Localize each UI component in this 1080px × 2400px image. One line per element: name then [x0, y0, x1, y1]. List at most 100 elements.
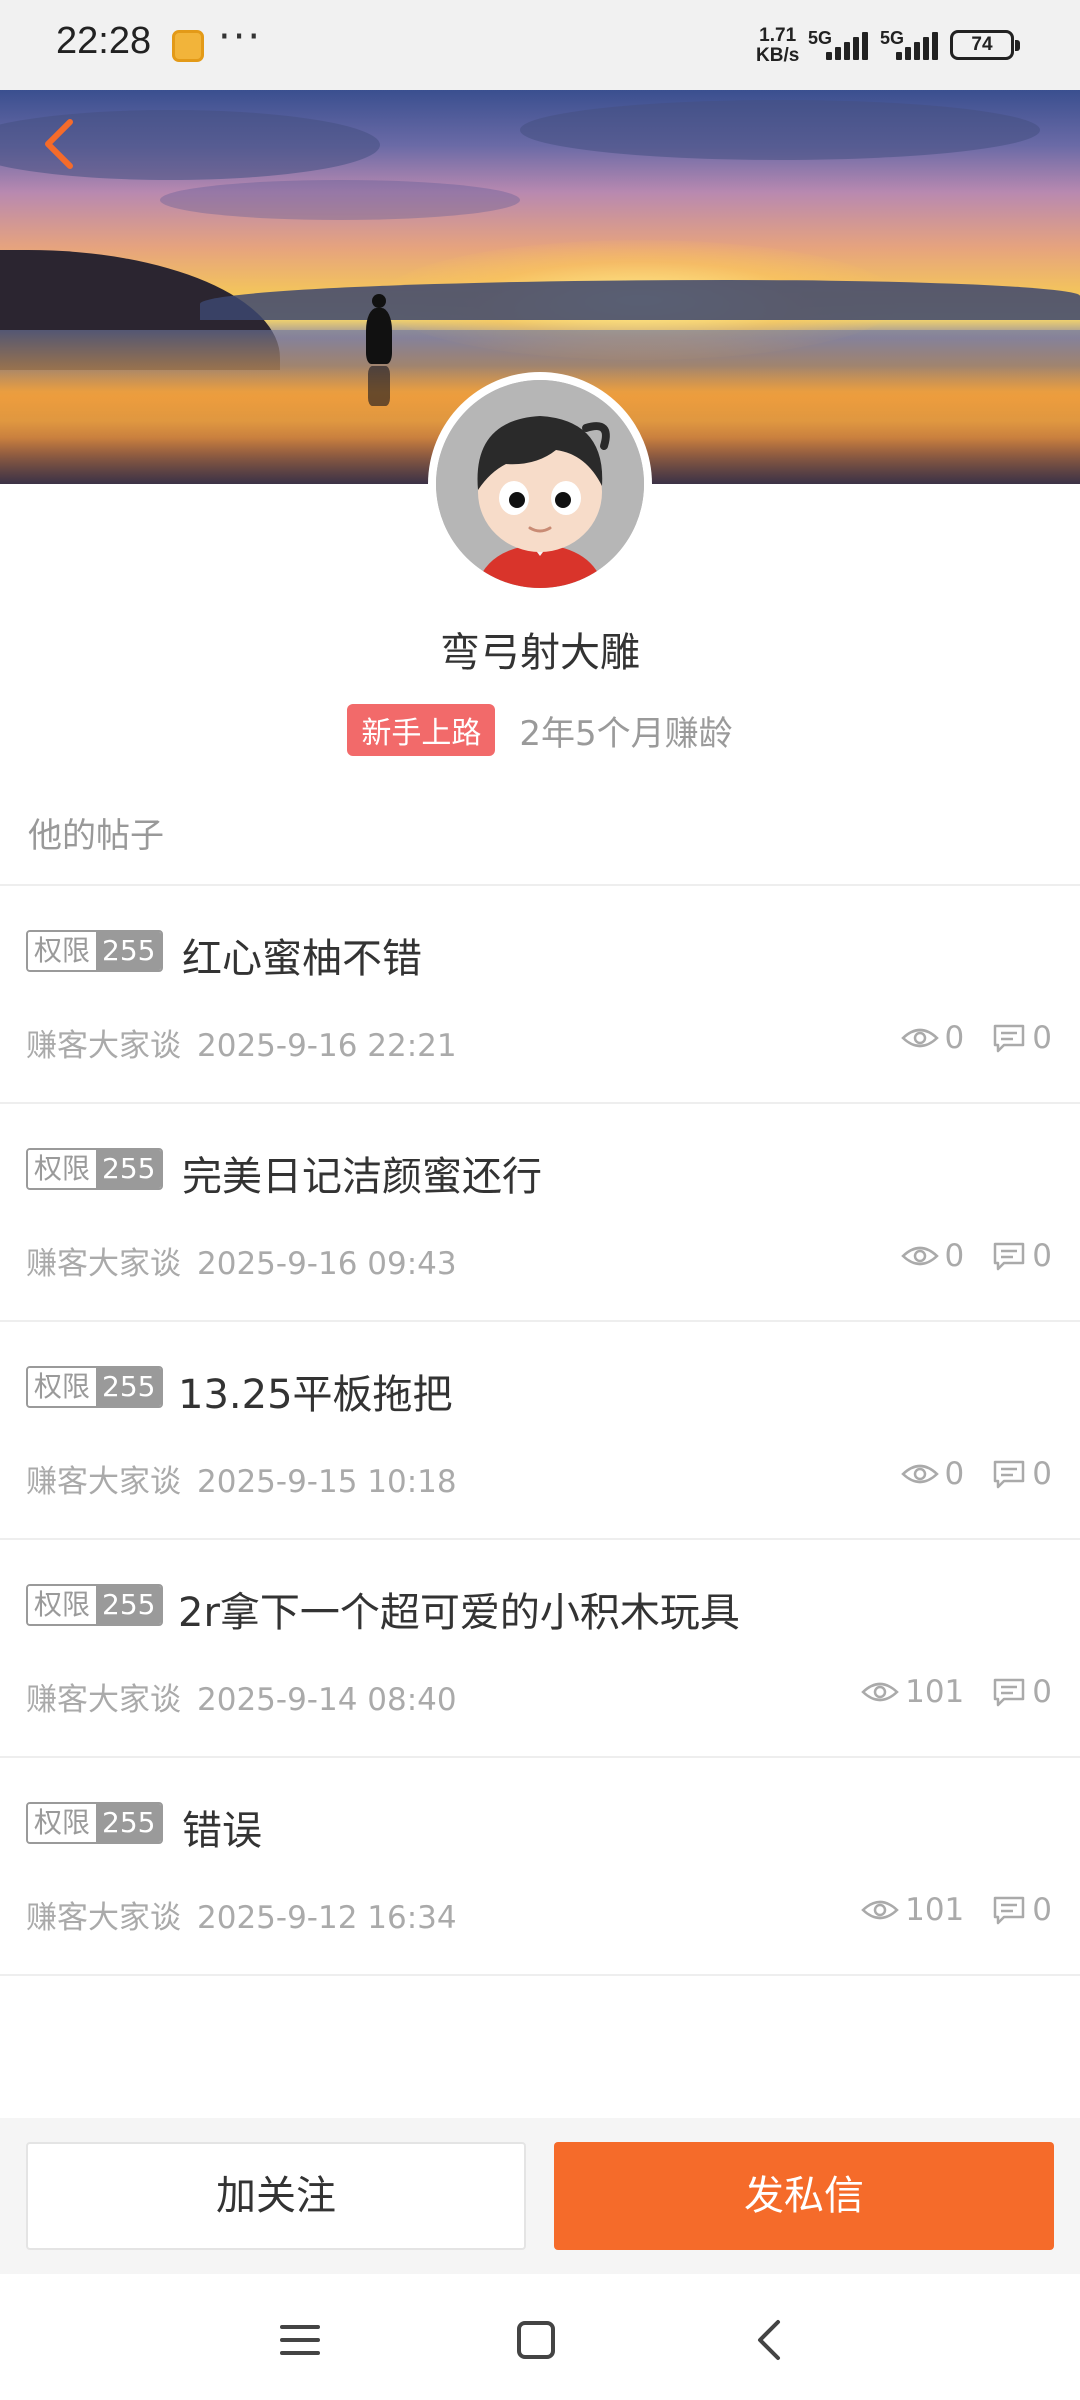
- post-forum: 赚客大家谈: [26, 1682, 181, 1718]
- permission-level: 255: [96, 1586, 162, 1624]
- views-count: 101: [905, 1892, 965, 1928]
- permission-tag: 权限 255: [26, 930, 164, 972]
- permission-level: 255: [96, 1150, 162, 1188]
- post-stats: 0 0: [873, 1454, 1052, 1494]
- level-badge: 新手上路: [347, 704, 496, 756]
- user-badge-row: 新手上路 2年5个月赚龄: [0, 704, 1080, 756]
- post-title[interactable]: 红心蜜柚不错: [182, 926, 422, 984]
- permission-label: 权限: [28, 1150, 97, 1188]
- views-count: 101: [905, 1674, 965, 1710]
- permission-level: 255: [96, 932, 162, 970]
- post-title[interactable]: 错误: [182, 1798, 262, 1856]
- views-stat: 0: [900, 1238, 965, 1274]
- username: 弯弓射大雕: [440, 630, 640, 676]
- post-item[interactable]: 权限 255 完美日记洁颜蜜还行 赚客大家谈 2025-9-16 09:43 0 0: [0, 1104, 1080, 1322]
- comments-count: 0: [1032, 1892, 1052, 1928]
- views-count: 0: [944, 1456, 965, 1492]
- eye-icon: [861, 1682, 899, 1702]
- permission-tag: 权限 255: [26, 1584, 164, 1626]
- post-meta: 赚客大家谈 2025-9-12 16:34: [26, 1892, 457, 1937]
- views-stat: 101: [861, 1674, 964, 1710]
- post-stats: 0 0: [873, 1018, 1052, 1058]
- post-date: 2025-9-12 16:34: [197, 1900, 457, 1936]
- battery-level: 74: [971, 34, 993, 55]
- post-date: 2025-9-15 10:18: [197, 1464, 457, 1500]
- post-forum: 赚客大家谈: [26, 1028, 181, 1064]
- comments-stat: 0: [992, 1892, 1052, 1928]
- network-speed-unit: KB/s: [756, 45, 800, 66]
- battery-icon: 74: [950, 30, 1020, 60]
- user-avatar[interactable]: [428, 372, 652, 596]
- eye-icon: [900, 1246, 939, 1266]
- comment-icon: [994, 1460, 1025, 1489]
- permission-tag: 权限 255: [26, 1148, 164, 1190]
- post-forum: 赚客大家谈: [26, 1900, 181, 1936]
- posts-section-title: 他的帖子: [28, 816, 164, 856]
- network-speed-value: 1.71: [759, 25, 797, 46]
- comments-stat: 0: [992, 1020, 1052, 1056]
- comments-count: 0: [1032, 1020, 1052, 1056]
- views-count: 0: [944, 1020, 965, 1056]
- post-stats: 101 0: [833, 1890, 1052, 1930]
- post-list: 权限 255 红心蜜柚不错 赚客大家谈 2025-9-16 22:21 0 0 权限…: [0, 886, 1080, 1976]
- signal-1-icon: [826, 32, 868, 60]
- comments-stat: 0: [992, 1456, 1052, 1492]
- avatar-cartoon-icon: [436, 380, 644, 588]
- back-arrow-icon[interactable]: [32, 114, 92, 174]
- views-count: 0: [944, 1238, 965, 1274]
- post-item[interactable]: 权限 255 红心蜜柚不错 赚客大家谈 2025-9-16 22:21 0 0: [0, 886, 1080, 1104]
- follow-button[interactable]: 加关注: [26, 2142, 526, 2250]
- post-title[interactable]: 13.25平板拖把: [178, 1362, 453, 1420]
- post-item[interactable]: 权限 255 错误 赚客大家谈 2025-9-12 16:34 101 0: [0, 1758, 1080, 1976]
- status-time: 22:28: [56, 20, 152, 62]
- post-item[interactable]: 权限 255 2r拿下一个超可爱的小积木玩具 赚客大家谈 2025-9-14 08:…: [0, 1540, 1080, 1758]
- post-stats: 0 0: [873, 1236, 1052, 1276]
- home-square-icon[interactable]: [506, 2310, 566, 2370]
- send-message-button[interactable]: 发私信: [554, 2142, 1054, 2250]
- post-item[interactable]: 权限 255 13.25平板拖把 赚客大家谈 2025-9-15 10:18 0 0: [0, 1322, 1080, 1540]
- comments-count: 0: [1032, 1238, 1052, 1274]
- views-stat: 101: [861, 1892, 964, 1928]
- post-forum: 赚客大家谈: [26, 1464, 181, 1500]
- signal-2-icon: [896, 32, 938, 60]
- permission-label: 权限: [28, 1804, 97, 1842]
- network-speed: 1.71 KB/s: [756, 26, 799, 66]
- system-nav-bar: [0, 2274, 1080, 2400]
- post-title[interactable]: 2r拿下一个超可爱的小积木玩具: [178, 1580, 740, 1638]
- views-stat: 0: [900, 1020, 965, 1056]
- permission-label: 权限: [28, 1368, 97, 1406]
- status-bar: 22:28 ··· 1.71 KB/s 5G 5G 74: [0, 0, 1080, 90]
- permission-level: 255: [96, 1368, 162, 1406]
- eye-icon: [861, 1900, 899, 1920]
- member-tenure: 2年5个月赚龄: [519, 713, 733, 754]
- post-title[interactable]: 完美日记洁颜蜜还行: [182, 1144, 542, 1202]
- comments-stat: 0: [992, 1674, 1052, 1710]
- eye-icon: [900, 1028, 939, 1048]
- permission-label: 权限: [28, 932, 97, 970]
- back-chevron-icon[interactable]: [740, 2310, 800, 2370]
- comments-count: 0: [1032, 1456, 1052, 1492]
- permission-tag: 权限 255: [26, 1802, 164, 1844]
- comment-icon: [994, 1024, 1025, 1053]
- post-stats: 101 0: [833, 1672, 1052, 1712]
- status-more-indicator: ···: [218, 14, 263, 60]
- action-bar: 加关注 发私信: [0, 2118, 1080, 2274]
- post-forum: 赚客大家谈: [26, 1246, 181, 1282]
- permission-tag: 权限 255: [26, 1366, 164, 1408]
- views-stat: 0: [900, 1456, 965, 1492]
- comments-count: 0: [1032, 1674, 1052, 1710]
- eye-icon: [900, 1464, 939, 1484]
- post-meta: 赚客大家谈 2025-9-15 10:18: [26, 1456, 457, 1501]
- comment-icon: [994, 1678, 1025, 1707]
- comment-icon: [994, 1242, 1025, 1271]
- post-meta: 赚客大家谈 2025-9-16 22:21: [26, 1020, 457, 1065]
- menu-icon[interactable]: [270, 2310, 330, 2370]
- permission-level: 255: [96, 1804, 162, 1842]
- notification-app-icon: [172, 30, 204, 62]
- comment-icon: [994, 1896, 1025, 1925]
- post-date: 2025-9-14 08:40: [197, 1682, 457, 1718]
- permission-label: 权限: [28, 1586, 97, 1624]
- comments-stat: 0: [992, 1238, 1052, 1274]
- post-date: 2025-9-16 09:43: [197, 1246, 457, 1282]
- post-meta: 赚客大家谈 2025-9-14 08:40: [26, 1674, 457, 1719]
